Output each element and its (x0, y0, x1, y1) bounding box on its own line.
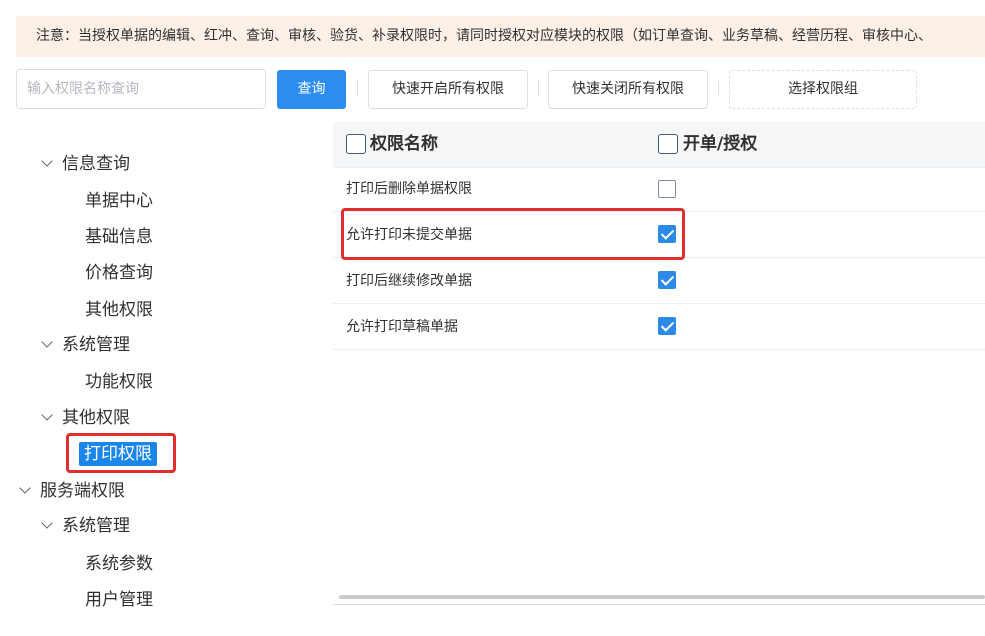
tree-node-price-query[interactable]: 价格查询 (85, 260, 153, 286)
highlight-box-row (341, 208, 685, 260)
tree-node-info-query[interactable]: 信息查询 (62, 151, 130, 177)
query-button[interactable]: 查询 (277, 70, 346, 109)
column-header-auth: 开单/授权 (683, 134, 758, 154)
tree-node-system-params[interactable]: 系统参数 (85, 551, 153, 577)
notice-banner: 注意：当授权单据的编辑、红冲、查询、审核、验货、补录权限时，请同时授权对应模块的… (16, 16, 985, 57)
tree-node-system-management-2[interactable]: 系统管理 (62, 513, 130, 539)
close-all-permissions-button[interactable]: 快速关闭所有权限 (548, 70, 708, 109)
tree-node-bill-center[interactable]: 单据中心 (85, 188, 153, 214)
tree-node-server-permissions[interactable]: 服务端权限 (40, 478, 125, 504)
table-row: 打印后继续修改单据 (333, 259, 985, 304)
open-all-permissions-button[interactable]: 快速开启所有权限 (368, 70, 528, 109)
toolbar-divider (718, 81, 719, 95)
toolbar-divider (538, 81, 539, 95)
column-header-permission-name: 权限名称 (370, 134, 438, 154)
tree-node-other-permissions-group[interactable]: 其他权限 (62, 405, 130, 431)
permission-name-cell: 打印后继续修改单据 (346, 273, 472, 289)
chevron-down-icon[interactable] (41, 517, 53, 529)
chevron-down-icon[interactable] (41, 336, 53, 348)
permission-name-cell: 打印后删除单据权限 (346, 181, 472, 197)
permission-name-cell: 允许打印草稿单据 (346, 319, 458, 335)
permission-search-input[interactable] (16, 69, 266, 109)
notice-text: 注意：当授权单据的编辑、红冲、查询、审核、验货、补录权限时，请同时授权对应模块的… (36, 28, 932, 44)
auth-checkbox[interactable] (658, 271, 676, 289)
tree-node-basic-info[interactable]: 基础信息 (85, 224, 153, 250)
auth-checkbox[interactable] (658, 180, 676, 198)
toolbar-divider (357, 81, 358, 95)
tree-node-system-management[interactable]: 系统管理 (62, 332, 130, 358)
table-row: 允许打印草稿单据 (333, 305, 985, 350)
tree-node-other-permissions[interactable]: 其他权限 (85, 297, 153, 323)
select-permission-group-button[interactable]: 选择权限组 (729, 70, 917, 109)
tree-node-function-permissions[interactable]: 功能权限 (85, 369, 153, 395)
table-row: 打印后删除单据权限 (333, 167, 985, 212)
horizontal-scrollbar-thumb[interactable] (339, 595, 985, 599)
chevron-down-icon[interactable] (19, 482, 31, 494)
table-bottom-border (333, 604, 985, 605)
chevron-down-icon[interactable] (41, 155, 53, 167)
tree-node-user-management[interactable]: 用户管理 (85, 587, 153, 613)
select-all-name-checkbox[interactable] (346, 134, 366, 154)
permission-settings-page: 注意：当授权单据的编辑、红冲、查询、审核、验货、补录权限时，请同时授权对应模块的… (0, 0, 985, 636)
select-all-auth-checkbox[interactable] (658, 134, 678, 154)
highlight-box-tree-selection (66, 433, 176, 473)
chevron-down-icon[interactable] (41, 409, 53, 421)
permission-table-header: 权限名称 开单/授权 (333, 122, 985, 168)
auth-checkbox[interactable] (658, 317, 676, 335)
